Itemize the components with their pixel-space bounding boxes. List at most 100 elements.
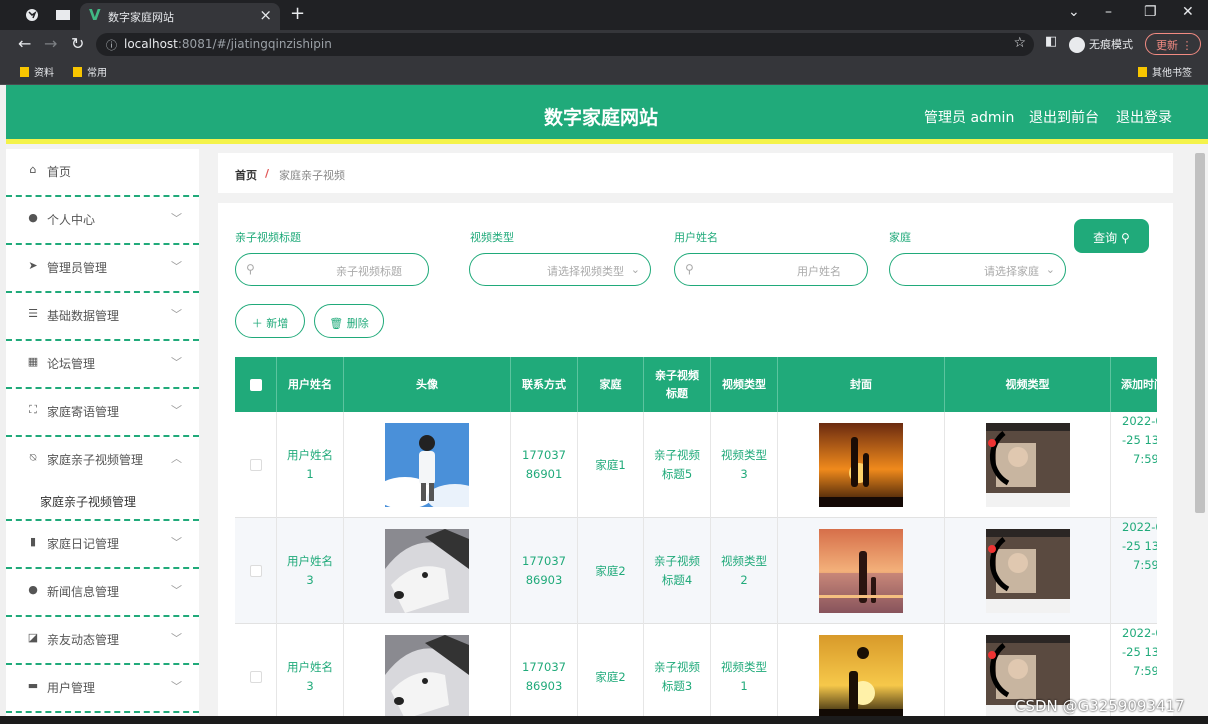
chevron-down-icon: ﹀: [171, 404, 182, 417]
back-to-front-link[interactable]: 退出到前台: [1029, 107, 1099, 127]
tab-search-icon[interactable]: ⌄: [1068, 4, 1080, 20]
restore-icon[interactable]: ❐: [1144, 4, 1157, 20]
sidebar-item-home[interactable]: ⌂ 首页: [6, 149, 199, 197]
column-header[interactable]: 用户姓名: [277, 357, 344, 412]
send-icon: ➤: [28, 259, 38, 272]
sidebar-item-news[interactable]: ● 新闻信息管理 ﹀: [6, 569, 199, 617]
sidebar-item-family-message[interactable]: ⛶ 家庭寄语管理 ﹀: [6, 389, 199, 437]
video-thumbnail[interactable]: [985, 423, 1070, 507]
row-checkbox[interactable]: [249, 459, 262, 471]
row-checkbox[interactable]: [249, 565, 262, 577]
chevron-down-icon: ﹀: [171, 536, 182, 549]
chevron-down-icon: ﹀: [171, 356, 182, 369]
video-title-cell: 亲子视频标题3: [644, 624, 711, 718]
user-name-input[interactable]: ⚲ 用户姓名: [674, 253, 868, 286]
home-icon: ⌂: [29, 163, 37, 176]
url-text[interactable]: localhost:8081/#/jiatingqinzishipin: [124, 37, 332, 51]
incognito-icon: [1069, 37, 1085, 53]
back-icon[interactable]: ←: [18, 34, 31, 53]
video-type-select[interactable]: 请选择视频类型 ⌄: [469, 253, 651, 286]
window-icon[interactable]: [55, 7, 71, 23]
family-select[interactable]: 请选择家庭 ⌄: [889, 253, 1066, 286]
row-select-cell: [235, 624, 277, 718]
app-header: 数字家庭网站 管理员 admin 退出到前台 退出登录: [6, 85, 1208, 144]
column-header[interactable]: 联系方式: [511, 357, 578, 412]
column-header[interactable]: 视频类型: [711, 357, 778, 412]
sidebar-item-family-video[interactable]: ⍉ 家庭亲子视频管理 ︿: [6, 437, 199, 485]
chevron-down-icon: ⌄: [630, 263, 640, 276]
minimize-icon[interactable]: –: [1105, 4, 1112, 20]
address-bar[interactable]: ⓘ localhost:8081/#/jiatingqinzishipin ☆: [96, 33, 1034, 56]
sidebar-item-personal-center[interactable]: ● 个人中心 ﹀: [6, 197, 199, 245]
bookmark-folder-other[interactable]: 其他书签: [1138, 64, 1192, 79]
breadcrumb: 首页 / 家庭亲子视频: [218, 153, 1173, 193]
column-header[interactable]: 家庭: [578, 357, 644, 412]
family-cell: 家庭1: [578, 412, 644, 518]
update-button[interactable]: 更新 ⋮: [1145, 33, 1201, 55]
bookmark-folder-changyong[interactable]: 常用: [73, 64, 107, 79]
query-button[interactable]: 查询 ⚲: [1074, 219, 1149, 253]
logout-link[interactable]: 退出登录: [1116, 107, 1172, 127]
globe-icon[interactable]: [24, 7, 40, 23]
folder-icon: [73, 67, 82, 77]
folder-icon: [1138, 67, 1147, 77]
search-icon: ⚲: [685, 262, 694, 276]
tab-title: 数字家庭网站: [108, 11, 174, 24]
breadcrumb-home[interactable]: 首页: [235, 167, 257, 183]
cover-image[interactable]: [819, 635, 903, 718]
new-tab-icon[interactable]: +: [290, 3, 305, 24]
row-select-cell: [235, 518, 277, 624]
add-button[interactable]: ＋ 新增: [235, 304, 305, 338]
select-all-checkbox[interactable]: [249, 378, 262, 391]
browser-tab[interactable]: V 数字家庭网站 ×: [80, 3, 280, 30]
column-header[interactable]: 头像: [344, 357, 511, 412]
table-row[interactable]: 用户姓名1 17703786901 家庭1 亲子视频标题5 视频类型3 2022…: [235, 412, 1157, 518]
sidebar-item-basic-data[interactable]: ☰ 基础数据管理 ﹀: [6, 293, 199, 341]
sidebar-item-admin[interactable]: ➤ 管理员管理 ﹀: [6, 245, 199, 293]
chevron-down-icon: ﹀: [171, 212, 182, 225]
app-root: 数字家庭网站 管理员 admin 退出到前台 退出登录 ⌂ 首页 ● 个人中心 ﹀ ➤…: [6, 85, 1208, 718]
add-time-cell: 2022-0-25 137:59: [1111, 518, 1157, 624]
sidebar-item-users[interactable]: ▬ 用户管理 ﹀: [6, 665, 199, 713]
column-header[interactable]: 封面: [778, 357, 945, 412]
table-row[interactable]: 用户姓名3 17703786903 家庭2 亲子视频标题4 视频类型2 2022…: [235, 518, 1157, 624]
cover-image[interactable]: [819, 423, 903, 507]
video-title-cell: 亲子视频标题5: [644, 412, 711, 518]
chevron-up-icon: ︿: [171, 452, 182, 465]
title-search-input[interactable]: ⚲ 亲子视频标题: [235, 253, 429, 286]
bookmark-folder-ziliao[interactable]: 资料: [20, 64, 54, 79]
incognito-indicator[interactable]: 无痕模式: [1069, 36, 1133, 53]
user-name-cell: 用户姓名3: [277, 518, 344, 624]
column-header[interactable]: 视频类型: [945, 357, 1111, 412]
page-scrollbar[interactable]: [1195, 153, 1205, 513]
column-header[interactable]: 添加时间: [1111, 357, 1157, 412]
submenu-family-video-management[interactable]: 家庭亲子视频管理: [6, 485, 199, 521]
avatar-cell: [344, 624, 511, 718]
site-info-icon[interactable]: ⓘ: [106, 37, 117, 53]
table-header: 用户姓名 头像 联系方式 家庭 亲子视频标题 视频类型 封面 视频类型 添加时间: [235, 357, 1157, 412]
avatar[interactable]: [385, 423, 469, 507]
list-icon: ☰: [28, 307, 38, 320]
reload-icon[interactable]: ↻: [71, 34, 84, 53]
sidebar-item-family-diary[interactable]: ▮ 家庭日记管理 ﹀: [6, 521, 199, 569]
window-close-icon[interactable]: ✕: [1182, 4, 1194, 20]
forward-icon[interactable]: →: [44, 34, 57, 53]
video-type-cell: 视频类型3: [711, 412, 778, 518]
side-panel-icon[interactable]: ◧: [1045, 34, 1057, 49]
delete-button[interactable]: 🗑 删除: [314, 304, 384, 338]
chevron-down-icon: ﹀: [171, 632, 182, 645]
column-header[interactable]: 亲子视频标题: [644, 357, 711, 412]
bookmark-star-icon[interactable]: ☆: [1013, 35, 1026, 51]
avatar[interactable]: [385, 529, 469, 613]
sidebar-item-friends-feed[interactable]: ◪ 亲友动态管理 ﹀: [6, 617, 199, 665]
video-thumbnail[interactable]: [985, 529, 1070, 613]
phone-cell: 17703786903: [511, 518, 578, 624]
cover-image[interactable]: [819, 529, 903, 613]
sidebar: ⌂ 首页 ● 个人中心 ﹀ ➤ 管理员管理 ﹀ ☰ 基础数据管理 ﹀ ▦ 论坛管理 ﹀ ⛶ 家庭寄语…: [6, 149, 199, 718]
sidebar-item-forum[interactable]: ▦ 论坛管理 ﹀: [6, 341, 199, 389]
filter-title-label: 亲子视频标题: [235, 231, 301, 244]
close-tab-icon[interactable]: ×: [259, 6, 272, 24]
row-checkbox[interactable]: [249, 671, 262, 683]
avatar[interactable]: [385, 635, 469, 718]
cover-cell: [778, 624, 945, 718]
